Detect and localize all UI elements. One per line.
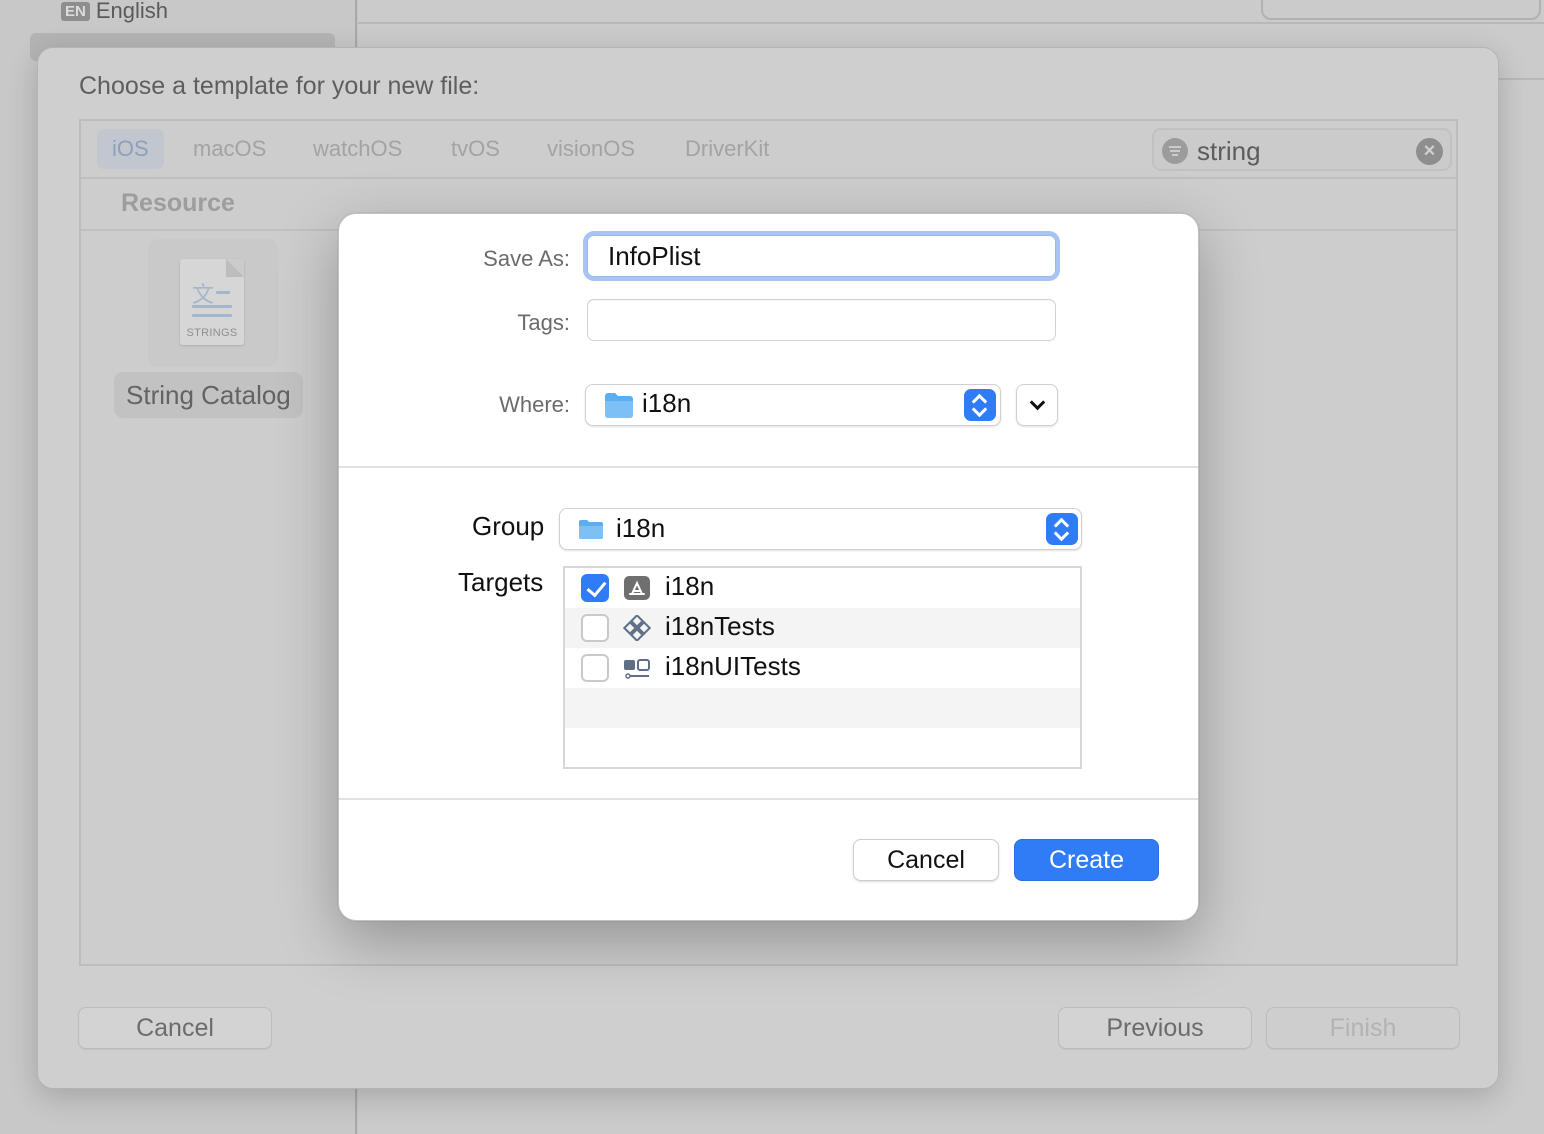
template-search-field[interactable]: string × (1152, 128, 1452, 171)
strings-file-icon: 文 STRINGS (180, 259, 244, 345)
finish-button[interactable]: Finish (1266, 1007, 1460, 1049)
platform-tab-bar: iOS macOS watchOS tvOS visionOS DriverKi… (81, 121, 1456, 179)
strings-icon-label: STRINGS (186, 327, 238, 339)
cancel-button[interactable]: Cancel (853, 839, 999, 881)
tab-tvos[interactable]: tvOS (436, 129, 515, 169)
target-row[interactable]: i18nTests (565, 608, 1080, 648)
dialog-divider (339, 466, 1198, 468)
group-label: Group (472, 511, 545, 541)
target-name: i18nTests (665, 611, 775, 641)
targets-list: i18n i18nTests i18nUITests (563, 566, 1082, 769)
previous-button[interactable]: Previous (1058, 1007, 1252, 1049)
search-input[interactable]: string (1197, 136, 1261, 167)
tab-ios[interactable]: iOS (97, 129, 164, 169)
dialog-divider (339, 798, 1198, 800)
language-code-badge: EN (61, 1, 90, 21)
expand-chevron-button[interactable] (1016, 384, 1058, 426)
empty-row (565, 688, 1080, 728)
group-popup[interactable]: i18n (559, 508, 1082, 550)
clear-search-icon[interactable]: × (1416, 138, 1443, 165)
unit-test-target-icon (623, 615, 651, 641)
filter-icon (1162, 138, 1188, 164)
group-value: i18n (616, 513, 666, 543)
sidebar-language-row: EN English (61, 0, 168, 23)
target-checkbox-i18ntests[interactable] (581, 614, 609, 642)
app-target-icon (624, 576, 650, 600)
tags-label: Tags: (517, 310, 570, 335)
target-checkbox-i18nuitests[interactable] (581, 654, 609, 682)
targets-label: Targets (458, 567, 544, 597)
tags-field[interactable] (587, 299, 1056, 341)
popup-stepper-icon (1046, 513, 1078, 545)
target-checkbox-i18n[interactable] (581, 574, 609, 602)
target-name: i18n (665, 571, 715, 601)
tab-macos[interactable]: macOS (178, 129, 281, 169)
target-name: i18nUITests (665, 651, 801, 681)
where-popup[interactable]: i18n (585, 384, 1001, 426)
chooser-cancel-button[interactable]: Cancel (78, 1007, 272, 1049)
save-dialog: Save As: InfoPlist Tags: Where: i18n Gro… (338, 213, 1199, 921)
section-title: Resource (121, 189, 235, 217)
where-label: Where: (499, 392, 570, 417)
create-button[interactable]: Create (1014, 839, 1159, 881)
ui-test-target-icon (624, 659, 650, 679)
folder-icon (605, 393, 633, 418)
folder-icon (579, 520, 603, 539)
tab-watchos[interactable]: watchOS (298, 129, 417, 169)
language-name: English (95, 0, 168, 23)
tab-visionos[interactable]: visionOS (532, 129, 650, 169)
tab-driverkit[interactable]: DriverKit (670, 129, 784, 169)
editor-divider (358, 22, 1544, 24)
save-as-field[interactable]: InfoPlist (587, 235, 1056, 277)
template-name[interactable]: String Catalog (114, 372, 303, 418)
save-as-label: Save As: (483, 246, 570, 271)
target-row[interactable]: i18nUITests (565, 648, 1080, 688)
filter-field (1261, 0, 1541, 20)
where-value: i18n (642, 388, 692, 418)
template-tile[interactable]: 文 STRINGS (148, 239, 278, 367)
popup-stepper-icon (964, 389, 996, 421)
target-row[interactable]: i18n (565, 568, 1080, 608)
sheet-title: Choose a template for your new file: (79, 72, 480, 100)
